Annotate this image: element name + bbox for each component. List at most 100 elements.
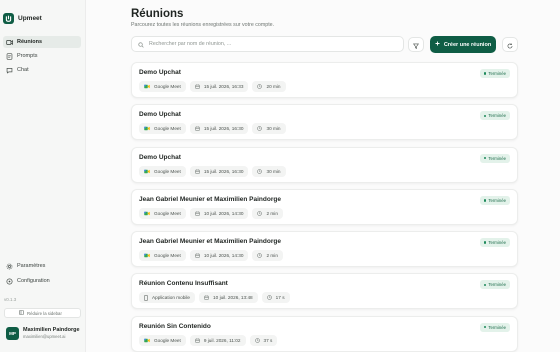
meeting-title: Demo Upchat [139, 111, 181, 119]
app-version: v0.1.3 [4, 297, 17, 302]
sidebar-item-configuration[interactable]: Configuration [3, 275, 81, 287]
meeting-card[interactable]: Réunion Contenu Insuffisant Terminée Appli… [131, 273, 518, 310]
sidebar-bottom-nav: Paramètres Configuration [3, 260, 81, 289]
meeting-card[interactable]: Jean Gabriel Meunier et Maximilien Paind… [131, 231, 518, 268]
google-meet-icon [144, 126, 150, 131]
meeting-date: 10 juil. 2026, 14:30 [189, 250, 249, 262]
meeting-source: Google Meet [139, 250, 186, 262]
meeting-duration-label: 17 s [275, 295, 285, 301]
main-content: Réunions Parcourez toutes les réunions e… [86, 0, 560, 352]
meeting-source-label: Google Meet [154, 84, 181, 89]
clock-icon [257, 126, 263, 132]
meeting-date: 15 juil. 2026, 16:30 [189, 123, 249, 135]
sidebar-item-label: Prompts [17, 53, 38, 59]
meeting-source: Google Meet [139, 165, 186, 177]
meeting-date: 15 juil. 2026, 16:30 [189, 165, 249, 177]
meeting-date-label: 9 juil. 2026, 11:02 [203, 337, 241, 343]
status-badge: Terminée [479, 238, 510, 248]
meeting-source-label: Google Meet [154, 210, 181, 216]
meeting-duration: 17 s [261, 292, 290, 304]
meeting-title: Réunion Contenu Insuffisant [139, 280, 228, 288]
meeting-title: Reunión Sin Contenido [139, 322, 211, 330]
meeting-card[interactable]: Reunión Sin Contenido Terminée Google Meet… [131, 315, 518, 352]
meeting-source-label: Google Meet [154, 253, 181, 259]
search-icon [138, 35, 144, 53]
meeting-date: 15 juil. 2026, 16:33 [189, 81, 249, 92]
create-meeting-button[interactable]: Créer une réunion [430, 36, 496, 53]
sidebar: Upmeet Réunions Prompts Chat Paramètres … [0, 0, 86, 352]
sidebar-toggle-icon [19, 310, 24, 316]
meeting-title: Jean Gabriel Meunier et Maximilien Paind… [139, 195, 281, 203]
clock-icon [257, 84, 263, 89]
avatar: MP [6, 327, 19, 340]
google-meet-icon [144, 84, 150, 89]
meeting-source: Google Meet [139, 123, 186, 135]
prompts-icon [6, 52, 13, 60]
search-bar[interactable] [131, 36, 404, 52]
sidebar-item-label: Configuration [17, 278, 50, 284]
meeting-date: 9 juil. 2026, 11:02 [189, 334, 246, 346]
user-name: Maximilien Paindorge [23, 327, 80, 333]
clock-icon [257, 253, 263, 258]
refresh-button[interactable] [502, 37, 518, 52]
status-label: Terminée [488, 240, 506, 246]
calendar-icon [195, 169, 200, 174]
page-subtitle: Parcourez toutes les réunions enregistré… [131, 22, 275, 28]
clock-icon [266, 295, 272, 301]
status-label: Terminée [488, 71, 506, 76]
meeting-card[interactable]: Demo Upchat Terminée Google Meet 15 juil. 2… [131, 146, 518, 183]
status-dot-icon [483, 326, 487, 329]
meeting-source: Google Meet [139, 81, 186, 92]
meeting-source: Google Meet [139, 334, 186, 346]
meeting-duration-label: 2 min [266, 210, 278, 216]
meeting-meta: Google Meet 10 juil. 2026, 14:30 2 min [139, 250, 283, 262]
search-input[interactable] [149, 41, 389, 47]
meeting-card[interactable]: Demo Upchat Terminée Google Meet 15 juil. 2… [131, 104, 518, 141]
meeting-title: Jean Gabriel Meunier et Maximilien Paind… [139, 238, 281, 246]
status-badge: Terminée [479, 195, 510, 205]
meeting-source-label: Google Meet [154, 126, 181, 132]
meeting-card[interactable]: Demo Upchat Terminée Google Meet 15 juil. 2… [131, 62, 518, 98]
status-label: Terminée [488, 282, 506, 288]
status-dot-icon [483, 241, 487, 244]
mobile-icon [144, 295, 148, 301]
status-label: Terminée [488, 113, 506, 119]
meeting-card[interactable]: Jean Gabriel Meunier et Maximilien Paind… [131, 188, 518, 225]
calendar-icon [195, 84, 200, 89]
google-meet-icon [144, 169, 150, 174]
meeting-duration: 37 s [249, 334, 278, 346]
brand[interactable]: Upmeet [3, 13, 42, 24]
sidebar-item-reunions[interactable]: Réunions [3, 36, 81, 48]
sidebar-item-chat[interactable]: Chat [3, 64, 81, 76]
meeting-meta: Application mobile 10 juil. 2026, 13:48 17… [139, 292, 290, 304]
meeting-date: 10 juil. 2026, 13:48 [199, 292, 258, 304]
configuration-icon [6, 277, 13, 285]
meeting-duration-label: 2 min [266, 253, 278, 259]
meeting-meta: Google Meet 15 juil. 2026, 16:33 20 min [139, 81, 286, 92]
calendar-icon [204, 295, 209, 301]
user-profile[interactable]: MP Maximilien Paindorge maximilien@upmee… [6, 327, 80, 340]
calendar-icon [195, 126, 200, 132]
filter-button[interactable] [408, 37, 424, 52]
status-label: Terminée [488, 197, 506, 203]
status-dot-icon [483, 72, 487, 75]
clock-icon [257, 168, 263, 174]
meeting-date-label: 10 juil. 2026, 14:30 [203, 253, 244, 259]
sidebar-item-prompts[interactable]: Prompts [3, 50, 81, 62]
google-meet-icon [144, 211, 150, 216]
calendar-icon [195, 253, 200, 258]
meeting-source: Application mobile [139, 292, 196, 304]
sidebar-item-parametres[interactable]: Paramètres [3, 260, 81, 272]
sidebar-nav: Réunions Prompts Chat [3, 36, 81, 78]
refresh-icon [507, 36, 513, 54]
status-dot-icon [483, 199, 487, 202]
app-name: Upmeet [18, 15, 42, 22]
meeting-duration-label: 30 min [266, 168, 281, 174]
meeting-date-label: 15 juil. 2026, 16:30 [203, 168, 244, 174]
upmeet-logo-icon [3, 13, 14, 24]
status-badge: Terminée [479, 280, 510, 290]
status-label: Terminée [488, 155, 506, 161]
meeting-duration: 20 min [252, 81, 286, 92]
clock-icon [254, 338, 260, 343]
collapse-sidebar-button[interactable]: Réduire la sidebar [4, 308, 81, 318]
